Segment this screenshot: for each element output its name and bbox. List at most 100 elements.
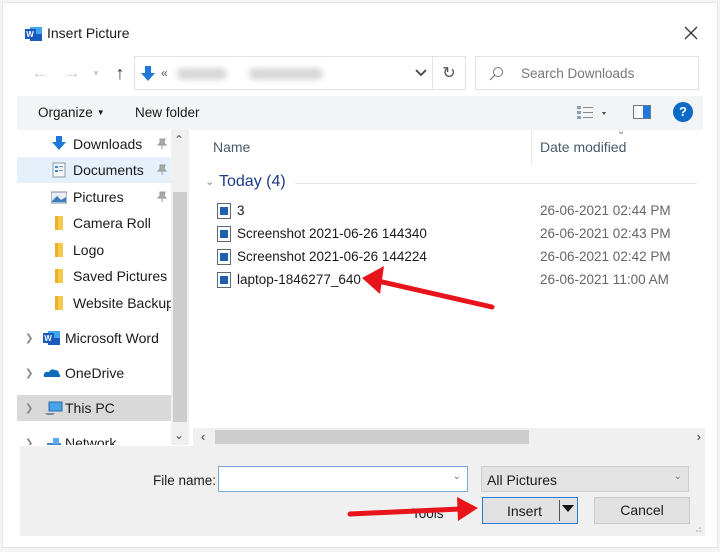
this-pc-icon xyxy=(45,401,63,415)
scroll-up-icon[interactable]: ⌃ xyxy=(174,133,184,147)
sidebar-item-website-backup[interactable]: Website Backup xyxy=(17,290,174,316)
sidebar-item-label: Logo xyxy=(73,242,105,258)
arrow-up-icon: ↑ xyxy=(115,62,125,83)
caret-down-icon: ▼ xyxy=(96,108,105,117)
collapse-chevron-icon[interactable]: ⌄ xyxy=(205,175,214,188)
sidebar-item-label: Documents xyxy=(73,162,144,178)
insert-picture-dialog: W Insert Picture ← → ▾ ↑ « ↻ Search Down… xyxy=(2,2,718,548)
file-row[interactable]: Screenshot 2021-06-26 144224 26-06-2021 … xyxy=(215,246,695,268)
svg-text:W: W xyxy=(26,30,34,39)
sidebar-item-documents[interactable]: Documents xyxy=(17,157,171,183)
sidebar-item-saved-pictures[interactable]: Saved Pictures xyxy=(17,263,171,289)
search-input[interactable]: Search Downloads xyxy=(475,56,699,90)
sidebar-item-logo[interactable]: Logo xyxy=(17,237,171,263)
sidebar-item-network[interactable]: ❯ Network xyxy=(17,430,171,445)
sidebar-scrollbar[interactable]: ⌃ ⌄ xyxy=(171,130,189,445)
navigation-pane: Downloads Documents Pictures Camera Roll… xyxy=(17,130,189,445)
back-button[interactable]: ← xyxy=(29,61,51,85)
sidebar-item-camera-roll[interactable]: Camera Roll xyxy=(17,210,171,236)
file-list: Name Date modified ⌄ ⌄ Today (4) 3 26-06… xyxy=(193,126,705,428)
help-button[interactable]: ? xyxy=(673,102,693,122)
scrollbar-thumb[interactable] xyxy=(173,192,187,422)
scroll-right-icon[interactable]: › xyxy=(697,429,701,444)
up-button[interactable]: ↑ xyxy=(109,61,131,85)
insert-button[interactable]: Insert xyxy=(482,497,578,524)
view-options-icon[interactable] xyxy=(575,104,611,122)
file-row[interactable]: Screenshot 2021-06-26 144340 26-06-2021 … xyxy=(215,223,695,245)
search-placeholder: Search Downloads xyxy=(521,66,635,81)
downloads-icon xyxy=(141,66,155,81)
chevron-down-icon[interactable]: ⌄ xyxy=(453,471,461,482)
horizontal-scrollbar[interactable]: ‹ › xyxy=(193,428,705,446)
word-icon: W xyxy=(25,27,42,41)
resize-grip-icon[interactable] xyxy=(693,524,701,532)
folder-icon xyxy=(55,269,63,283)
scroll-left-icon[interactable]: ‹ xyxy=(201,429,205,444)
address-prefix: « xyxy=(161,66,168,80)
address-segment-blurred[interactable] xyxy=(177,68,227,80)
pin-icon[interactable] xyxy=(157,191,167,203)
sidebar-item-label: Downloads xyxy=(73,136,143,152)
sidebar-item-label: Microsoft Word xyxy=(65,330,159,346)
close-icon[interactable] xyxy=(679,21,703,45)
svg-text:W: W xyxy=(44,334,52,343)
column-header-date-modified[interactable]: Date modified xyxy=(531,130,701,164)
sidebar-item-label: OneDrive xyxy=(65,365,125,381)
expand-chevron-icon[interactable]: ❯ xyxy=(25,333,33,344)
search-icon xyxy=(489,67,503,81)
file-name-label: File name: xyxy=(153,473,217,488)
sidebar-item-onedrive[interactable]: ❯ OneDrive xyxy=(17,360,171,386)
forward-button[interactable]: → xyxy=(61,61,83,85)
new-folder-button[interactable]: New folder xyxy=(135,105,200,120)
pictures-icon xyxy=(51,191,67,204)
recent-locations-button[interactable]: ▾ xyxy=(89,61,103,85)
organize-button[interactable]: Organize ▼ xyxy=(38,105,105,120)
file-type-select[interactable]: All Pictures ⌄ xyxy=(481,466,689,492)
expand-chevron-icon[interactable]: ❯ xyxy=(25,438,33,446)
pin-icon[interactable] xyxy=(157,138,167,150)
scroll-down-icon[interactable]: ⌄ xyxy=(174,428,184,442)
command-toolbar: Organize ▼ New folder ? xyxy=(17,96,703,130)
preview-pane-icon[interactable] xyxy=(633,105,651,119)
sidebar-item-downloads[interactable]: Downloads xyxy=(17,131,171,157)
sort-descending-icon: ⌄ xyxy=(617,126,626,137)
sidebar-item-label: This PC xyxy=(65,400,115,416)
group-header-today[interactable]: ⌄ Today (4) xyxy=(203,173,697,195)
column-header-name[interactable]: Name xyxy=(193,130,531,164)
arrow-left-icon: ← xyxy=(31,63,49,82)
folder-icon xyxy=(55,296,63,310)
tools-menu[interactable]: Tools xyxy=(412,506,444,521)
file-row[interactable]: laptop-1846277_640 26-06-2021 11:00 AM xyxy=(215,269,695,291)
cancel-button[interactable]: Cancel xyxy=(594,497,690,524)
file-type-value: All Pictures xyxy=(487,472,558,488)
expand-chevron-icon[interactable]: ❯ xyxy=(25,403,33,414)
address-dropdown-button[interactable] xyxy=(411,63,431,83)
expand-chevron-icon[interactable]: ❯ xyxy=(25,368,33,379)
file-date: 26-06-2021 02:43 PM xyxy=(540,226,671,241)
file-name: Screenshot 2021-06-26 144340 xyxy=(237,226,427,241)
file-name: 3 xyxy=(237,203,245,218)
title-bar: W Insert Picture xyxy=(3,3,717,55)
column-date-label: Date modified xyxy=(540,139,627,155)
file-name: laptop-1846277_640 xyxy=(237,272,361,287)
image-file-icon xyxy=(217,226,231,242)
sidebar-item-pictures[interactable]: Pictures xyxy=(17,184,171,210)
file-row[interactable]: 3 26-06-2021 02:44 PM xyxy=(215,200,695,222)
group-title: Today (4) xyxy=(219,173,286,190)
address-segment-blurred[interactable] xyxy=(249,68,323,80)
sidebar-item-microsoft-word[interactable]: ❯ W Microsoft Word xyxy=(17,325,171,351)
downloads-icon xyxy=(52,136,66,150)
insert-label: Insert xyxy=(507,503,543,519)
address-bar[interactable]: « ↻ xyxy=(134,56,466,90)
refresh-button[interactable]: ↻ xyxy=(437,62,461,84)
navigation-bar: ← → ▾ ↑ « ↻ Search Downloads xyxy=(3,55,717,91)
file-date: 26-06-2021 02:44 PM xyxy=(540,203,671,218)
pin-icon[interactable] xyxy=(157,164,167,176)
scrollbar-thumb[interactable] xyxy=(215,430,529,444)
folder-icon xyxy=(55,243,63,257)
file-name-input[interactable]: ⌄ xyxy=(218,466,468,492)
sidebar-item-this-pc[interactable]: ❯ This PC xyxy=(17,395,171,421)
image-file-icon xyxy=(217,249,231,265)
insert-options-caret-icon[interactable] xyxy=(562,505,574,512)
dialog-title: Insert Picture xyxy=(47,25,130,41)
